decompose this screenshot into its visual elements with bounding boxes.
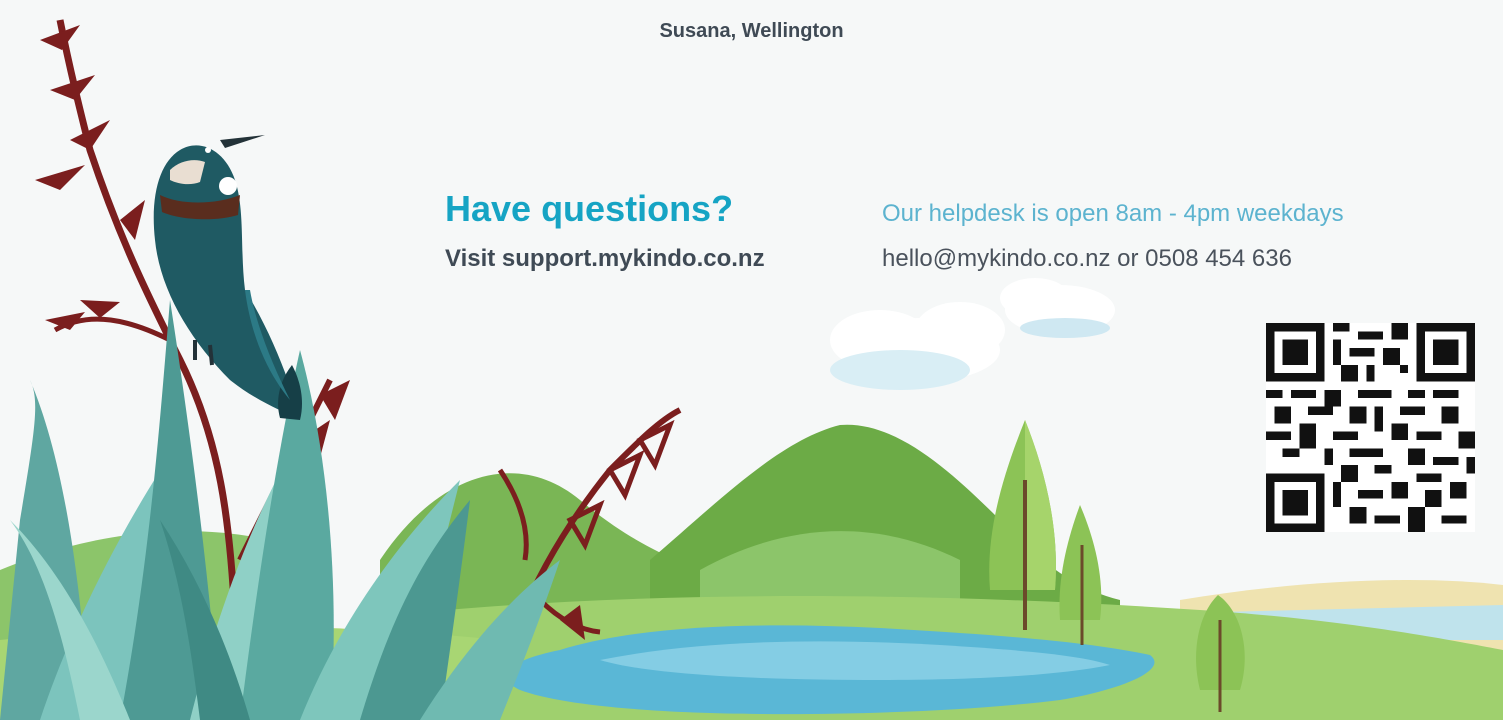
help-banner: Susana, Wellington Have questions? Visit…: [0, 0, 1503, 720]
help-heading: Have questions?: [445, 188, 734, 229]
support-link-text[interactable]: Visit support.mykindo.co.nz: [445, 245, 765, 273]
contact-details[interactable]: hello@mykindo.co.nz or 0508 454 636: [882, 245, 1292, 273]
qr-code-icon[interactable]: [1266, 323, 1475, 532]
testimonial-author: Susana, Wellington: [659, 20, 844, 42]
tui-tuft: [219, 177, 237, 195]
clouds: [830, 278, 1115, 390]
helpdesk-hours: Our helpdesk is open 8am - 4pm weekdays: [882, 200, 1344, 227]
